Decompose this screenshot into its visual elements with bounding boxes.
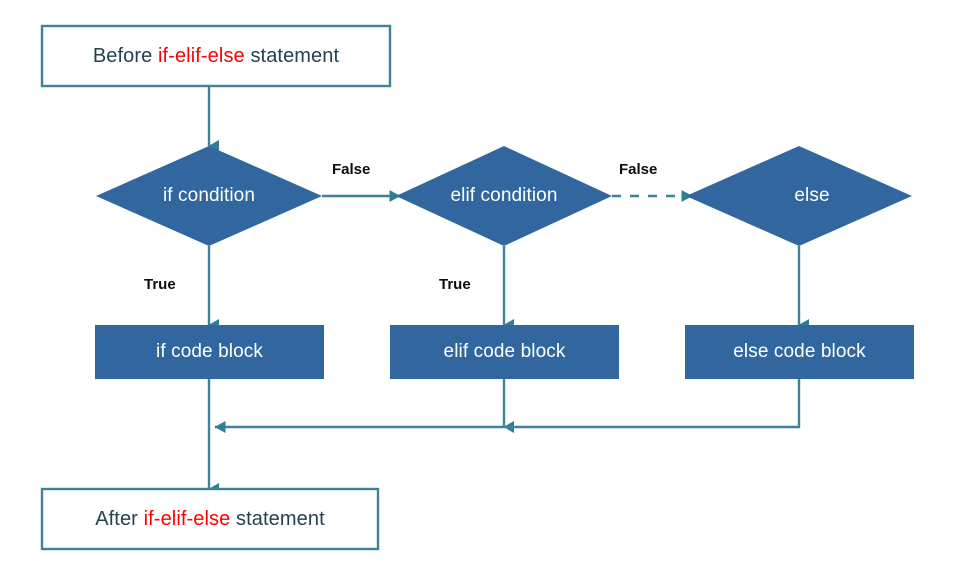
edge-label-if-false: False [332, 161, 371, 178]
else-diamond[interactable] [686, 146, 912, 246]
edge-label-if-true: True [144, 276, 176, 293]
if-condition-diamond[interactable] [96, 146, 322, 246]
elif-code-block-rect[interactable] [390, 325, 619, 379]
edge-label-elif-true: True [439, 276, 471, 293]
start-node-box[interactable] [40, 24, 392, 88]
flowchart-canvas: elif condition --> else --> if code bloc… [0, 0, 957, 578]
end-node-box[interactable] [40, 487, 380, 551]
else-code-block-rect[interactable] [685, 325, 914, 379]
elif-condition-diamond[interactable] [396, 146, 612, 246]
connector-else-block-to-merge [214, 379, 801, 433]
if-code-block-rect[interactable] [95, 325, 324, 379]
edge-label-elif-false: False [619, 161, 658, 178]
